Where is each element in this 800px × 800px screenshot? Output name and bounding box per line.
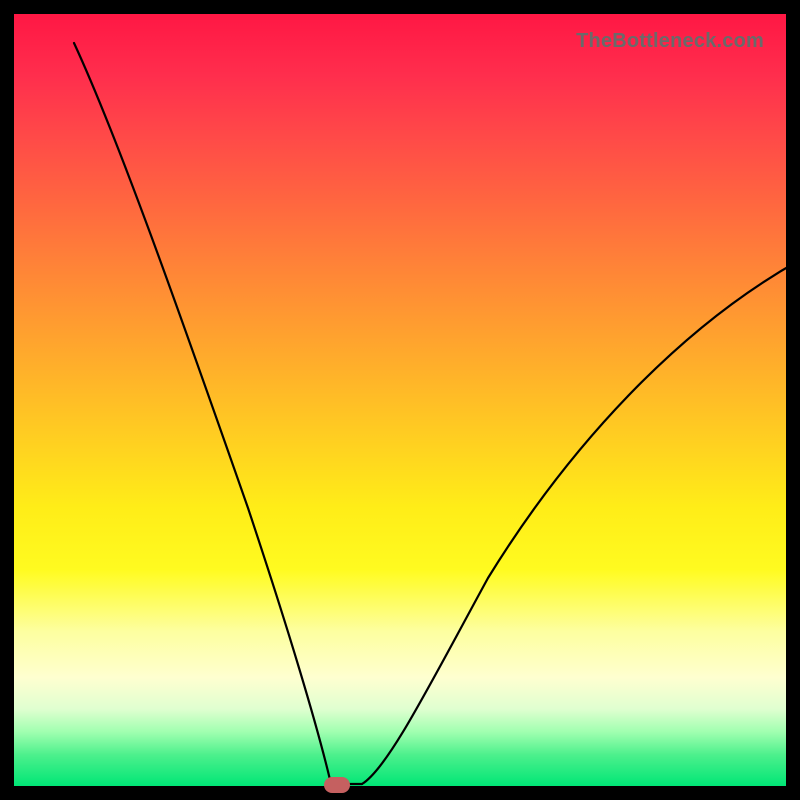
right-curve [362,260,800,784]
watermark-text: TheBottleneck.com [576,30,764,53]
chart-plot-area: TheBottleneck.com [14,14,786,786]
curve-layer [28,28,800,800]
optimum-marker [324,777,350,793]
left-curve [74,43,362,784]
